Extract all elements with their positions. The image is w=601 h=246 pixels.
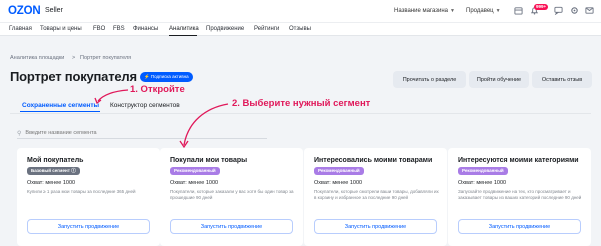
main-nav: Главная Товары и цены FBO FBS Финансы Ан…	[0, 22, 601, 36]
segment-badge: Рекомендованный	[170, 167, 220, 175]
segment-badge: Базовый сегмент ⓘ	[27, 167, 80, 175]
info-icon[interactable]: ⓘ	[71, 168, 76, 173]
card-title: Интересовались моими товарами	[314, 157, 433, 164]
nav-item-ratings[interactable]: Рейтинги	[254, 26, 279, 32]
breadcrumb-current: Портрет покупателя	[80, 55, 132, 61]
nav-active-indicator	[169, 35, 197, 36]
nav-item-home[interactable]: Главная	[9, 26, 32, 32]
segment-search[interactable]: ⚲	[17, 128, 267, 139]
launch-promotion-button[interactable]: Запустить продвижение	[170, 219, 293, 234]
card-title: Интересуются моими категориями	[458, 157, 579, 164]
segment-badge: Рекомендованный	[458, 167, 508, 175]
nav-item-fbs[interactable]: FBS	[113, 26, 125, 32]
ozon-logo[interactable]: OZON	[8, 5, 41, 17]
nav-item-products[interactable]: Товары и цены	[40, 26, 82, 32]
launch-promotion-button[interactable]: Запустить продвижение	[27, 219, 150, 234]
lightning-icon: ⚡	[144, 74, 150, 79]
chevron-down-icon: ▼	[450, 8, 455, 14]
subscription-badge-label: Подписка активна	[150, 74, 189, 79]
card-title: Мой покупатель	[27, 157, 84, 164]
card-reach: Охват: менее 1000	[27, 180, 76, 186]
seller-selector-label: Продавец	[466, 8, 494, 14]
subscription-badge: ⚡ Подписка активна	[140, 72, 193, 82]
nav-item-promotion[interactable]: Продвижение	[206, 26, 244, 32]
arrow-step-1	[97, 89, 129, 102]
notifications-badge: 999+	[534, 4, 549, 10]
calendar-icon[interactable]	[513, 6, 523, 16]
annotation-step-1: 1. Откройте	[130, 84, 185, 95]
arrow-step-2-head	[179, 140, 189, 149]
nav-item-finance[interactable]: Финансы	[133, 26, 158, 32]
seller-selector[interactable]: Продавец ▼	[466, 8, 501, 14]
store-selector-label: Название магазина	[394, 8, 449, 14]
segment-card-interested-products[interactable]: Интересовались моими товарами Рекомендов…	[304, 148, 447, 246]
page-title: Портрет покупателя	[10, 69, 137, 84]
nav-item-reviews[interactable]: Отзывы	[289, 26, 311, 32]
segment-card-bought-my-products[interactable]: Покупали мои товары Рекомендованный Охва…	[160, 148, 303, 246]
card-description: Покупатели, которые смотрели ваши товары…	[314, 189, 439, 200]
tab-divider	[10, 113, 591, 114]
read-about-button[interactable]: Прочитать о разделе	[393, 71, 466, 88]
segment-card-interested-categories[interactable]: Интересуются моими категориями Рекомендо…	[448, 148, 591, 246]
store-selector[interactable]: Название магазина ▼	[394, 8, 455, 14]
launch-promotion-button[interactable]: Запустить продвижение	[314, 219, 437, 234]
segment-card-my-buyer[interactable]: Мой покупатель Базовый сегмент ⓘ Охват: …	[17, 148, 160, 246]
take-training-button[interactable]: Пройти обучение	[469, 71, 529, 88]
tab-segment-builder[interactable]: Конструктор сегментов	[110, 102, 180, 109]
leave-feedback-button[interactable]: Оставить отзыв	[532, 71, 592, 88]
card-description: Купили ≥ 1 раза мои товары за последние …	[27, 189, 136, 194]
chat-icon[interactable]	[553, 6, 563, 16]
tab-active-indicator	[20, 111, 100, 112]
nav-item-analytics[interactable]: Аналитика	[169, 26, 199, 32]
launch-promotion-button[interactable]: Запустить продвижение	[458, 219, 581, 234]
segment-badge-label: Базовый сегмент	[31, 168, 70, 173]
card-description: Запускайте продвижение на тех, кто просм…	[458, 189, 582, 200]
seller-label: Seller	[45, 7, 63, 14]
mail-icon[interactable]	[584, 6, 594, 16]
card-reach: Охват: менее 1000	[314, 180, 363, 186]
nav-item-fbo[interactable]: FBO	[93, 26, 105, 32]
top-bar: OZON Seller Название магазина ▼ Продавец ▼…	[0, 0, 601, 22]
card-reach: Охват: менее 1000	[458, 180, 507, 186]
card-reach: Охват: менее 1000	[170, 180, 219, 186]
breadcrumb-analytics[interactable]: Аналитика площадки	[10, 55, 64, 61]
settings-icon[interactable]	[569, 6, 579, 16]
chevron-down-icon: ▼	[495, 8, 501, 14]
annotation-step-2: 2. Выберите нужный сегмент	[232, 98, 371, 109]
segment-search-input[interactable]	[25, 130, 226, 136]
search-icon: ⚲	[17, 130, 22, 137]
tab-saved-segments[interactable]: Сохраненные сегменты	[22, 102, 99, 109]
segment-badge: Рекомендованный	[314, 167, 364, 175]
card-description: Покупатели, которые заказали у вас хотя …	[170, 189, 294, 200]
breadcrumb-separator: >	[72, 55, 76, 61]
card-title: Покупали мои товары	[170, 157, 248, 164]
